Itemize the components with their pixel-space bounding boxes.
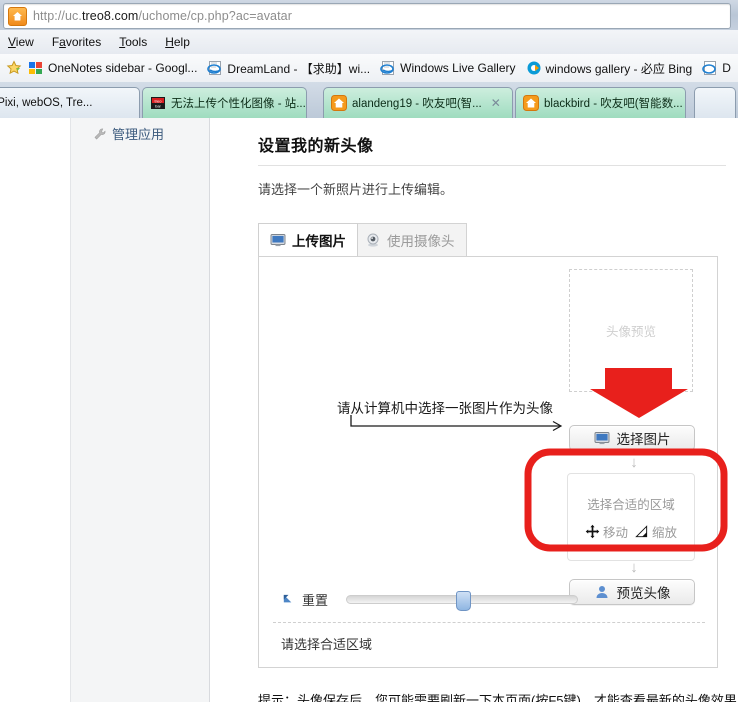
orange-home-icon xyxy=(523,95,539,111)
webcam-icon xyxy=(367,233,379,247)
status-divider xyxy=(273,622,705,623)
tab-strip: alm, Pre, Pixi, webOS, Tre... treobar 无法… xyxy=(0,82,738,118)
bing-icon xyxy=(527,61,540,75)
orange-home-icon xyxy=(331,95,347,111)
avatar-preview-box: 头像预览 xyxy=(569,269,693,392)
upload-panel: 头像预览 选择图片 ↓ 选择合适的区域 移动 缩放 ↓ 预览头像 重置 请选择合… xyxy=(258,256,718,668)
reset-button[interactable]: 重置 xyxy=(281,590,328,609)
tab-upload-image[interactable]: 上传图片 xyxy=(258,223,358,256)
bookmark-windows-live-gallery[interactable]: Windows Live Gallery xyxy=(380,60,516,76)
monitor-icon xyxy=(270,234,286,247)
zoom-slider[interactable] xyxy=(346,590,579,611)
bookmark-label: OneNotes sidebar - Googl... xyxy=(48,61,198,75)
wrench-icon xyxy=(94,128,106,139)
tab-webos[interactable]: alm, Pre, Pixi, webOS, Tre... xyxy=(0,87,140,118)
move-cross-icon xyxy=(585,524,600,538)
favorites-star-icon[interactable] xyxy=(6,60,22,76)
page-subtitle: 请选择一个新照片进行上传编辑。 xyxy=(258,182,454,197)
menu-item-favorites[interactable]: Favorites xyxy=(52,35,101,49)
svg-text:bar: bar xyxy=(155,104,161,109)
crop-hint-move-label: 移动 xyxy=(602,525,628,540)
callout-label: 请从计算机中选择一张图片作为头像 xyxy=(337,401,553,416)
bookmark-label: D xyxy=(722,61,731,75)
bookmark-label: Windows Live Gallery xyxy=(400,61,516,75)
menu-item-help[interactable]: Help xyxy=(165,35,190,49)
bookmarks-bar: OneNotes sidebar - Googl... DreamLand - … xyxy=(0,54,738,83)
bookmark-label: DreamLand - 【求助】wi... xyxy=(227,61,371,76)
address-bar-text: http://uc.treo8.com/uchome/cp.php?ac=ava… xyxy=(33,9,292,23)
flow-arrow-2: ↓ xyxy=(630,559,638,576)
flow-arrow-1: ↓ xyxy=(630,454,638,471)
tab-label: 使用摄像头 xyxy=(387,234,455,249)
bookmark-onenotes[interactable]: OneNotes sidebar - Googl... xyxy=(28,60,197,76)
crop-hint-title: 选择合适的区域 xyxy=(587,497,675,512)
bookmark-overflow[interactable]: D xyxy=(702,60,731,76)
status-text: 请选择合适区域 xyxy=(281,637,373,652)
resize-icon xyxy=(635,524,648,537)
avatar-preview-placeholder: 头像预览 xyxy=(605,325,656,339)
tab-upload-failed[interactable]: treo bar 无法上传个性化图像 - 站... xyxy=(142,87,307,118)
bookmark-windows-gallery-bing[interactable]: windows gallery - 必应 Bing xyxy=(526,60,693,77)
crop-area-hint[interactable]: 选择合适的区域 移动 缩放 xyxy=(567,473,695,561)
treobar-icon: treobar xyxy=(151,97,165,109)
tab-use-webcam[interactable]: 使用摄像头 xyxy=(353,223,467,256)
tab-blackbird[interactable]: blackbird - 吹友吧(智能数... xyxy=(515,87,686,118)
tab-new[interactable] xyxy=(694,87,736,118)
undo-arrow-icon xyxy=(283,594,292,602)
reset-label: 重置 xyxy=(302,592,329,608)
tab-label: alm, Pre, Pixi, webOS, Tre... xyxy=(0,97,93,109)
slider-handle[interactable] xyxy=(456,590,472,611)
bookmark-dreamland[interactable]: DreamLand - 【求助】wi... xyxy=(207,60,370,77)
bookmark-label: windows gallery - 必应 Bing xyxy=(545,61,693,76)
page-title: 设置我的新头像 xyxy=(258,138,374,155)
tab-label: alandeng19 - 吹友吧(智... xyxy=(352,98,482,110)
tip-text: 提示：头像保存后，您可能需要刷新一下本页面(按F5键)，才能查看最新的头像效果。 xyxy=(258,693,738,702)
menu-item-tools[interactable]: Tools xyxy=(119,35,147,49)
tab-alandeng19[interactable]: alandeng19 - 吹友吧(智... ✕ xyxy=(323,87,513,118)
tab-close-icon[interactable]: ✕ xyxy=(491,96,501,110)
tab-label: 上传图片 xyxy=(292,234,346,249)
title-divider xyxy=(258,165,726,166)
tab-label: blackbird - 吹友吧(智能数... xyxy=(544,98,683,110)
sidebar-item-manage-apps[interactable]: 管理应用 xyxy=(71,118,209,143)
ie-page-icon xyxy=(207,61,222,75)
crop-hint-zoom-label: 缩放 xyxy=(652,525,678,540)
menu-item-view[interactable]: VViewiew xyxy=(8,35,34,49)
screenshot-root: http://uc.treo8.com/uchome/cp.php?ac=ava… xyxy=(0,0,738,702)
orange-home-icon xyxy=(8,6,27,26)
address-bar[interactable]: http://uc.treo8.com/uchome/cp.php?ac=ava… xyxy=(3,3,731,29)
sidebar: 管理应用 xyxy=(70,118,210,702)
menu-bar: VViewiew Favorites Tools Help xyxy=(0,30,738,55)
ie-page-icon xyxy=(380,61,395,75)
browser-chrome: http://uc.treo8.com/uchome/cp.php?ac=ava… xyxy=(0,0,738,118)
select-image-button[interactable]: 选择图片 xyxy=(569,425,695,451)
tab-label: 无法上传个性化图像 - 站... xyxy=(171,98,306,110)
ie-page-icon xyxy=(702,61,717,75)
upload-tabs: 上传图片 使用摄像头 xyxy=(258,223,718,257)
zoom-slider-row: 重置 xyxy=(259,583,717,615)
sidebar-item-label: 管理应用 xyxy=(112,127,165,142)
google-icon xyxy=(29,62,42,74)
select-image-label: 选择图片 xyxy=(616,432,671,447)
monitor-icon xyxy=(594,432,609,445)
